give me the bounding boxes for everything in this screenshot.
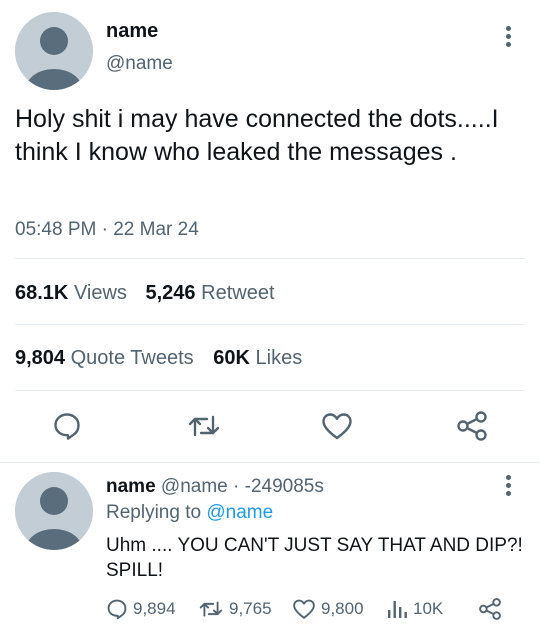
share-icon — [457, 411, 487, 441]
tweet-date: 22 Mar 24 — [113, 219, 199, 240]
reply-views-button[interactable]: 10K — [386, 598, 443, 620]
reply-header: name @name · -249085s — [106, 476, 324, 498]
replying-label: Replying to — [106, 502, 202, 523]
tweet-author-name[interactable]: name — [106, 20, 158, 43]
reply-reply-button[interactable]: 9,894 — [106, 598, 176, 620]
divider — [15, 324, 525, 325]
reply-icon — [54, 413, 80, 440]
stats-row-quotes-likes: 9,804 Quote Tweets 60K Likes — [15, 347, 302, 370]
retweet-count: 5,246 — [145, 282, 196, 304]
reply-author-handle[interactable]: @name — [161, 476, 228, 497]
tweet-timestamp[interactable]: 05:48 PM · 22 Mar 24 — [15, 219, 199, 241]
like-button[interactable] — [321, 411, 353, 441]
reply-author-avatar[interactable] — [15, 472, 93, 550]
avatar-placeholder-icon — [15, 12, 93, 90]
stats-row-views-retweets: 68.1K Views 5,246 Retweet — [15, 282, 275, 305]
views-label: Views — [73, 282, 127, 304]
divider — [15, 390, 525, 391]
reply-separator: · — [233, 476, 240, 497]
avatar-placeholder-icon — [15, 472, 93, 550]
reply-like-count: 9,800 — [321, 599, 364, 618]
tweet-more-button[interactable] — [496, 23, 520, 51]
retweet-button[interactable] — [187, 411, 221, 441]
quote-stat[interactable]: 9,804 Quote Tweets — [15, 347, 199, 369]
reply-icon — [107, 599, 127, 620]
reply-views-count: 10K — [413, 599, 444, 618]
divider — [0, 462, 540, 463]
share-button[interactable] — [456, 411, 488, 441]
retweet-icon — [199, 601, 223, 617]
reply-retweet-button[interactable]: 9,765 — [198, 598, 272, 620]
share-icon — [479, 598, 501, 620]
tweet-text: Holy shit i may have connected the dots.… — [15, 105, 499, 166]
meta-separator: · — [101, 219, 108, 240]
reply-author-name[interactable]: name — [106, 476, 156, 497]
likes-label: Likes — [255, 347, 303, 369]
retweet-icon — [188, 415, 220, 437]
reply-text: Uhm .... YOU CAN'T JUST SAY THAT AND DIP… — [106, 535, 523, 581]
tweet-author-handle[interactable]: @name — [106, 53, 173, 75]
reply-time[interactable]: -249085s — [245, 476, 324, 497]
more-icon — [496, 26, 520, 47]
divider — [15, 258, 525, 259]
reply-share-button[interactable] — [478, 598, 502, 620]
retweet-stat[interactable]: 5,246 Retweet — [146, 282, 275, 304]
reply-more-button[interactable] — [496, 472, 520, 500]
tweet-time: 05:48 PM — [15, 219, 97, 240]
tweet-author-avatar[interactable] — [15, 12, 93, 90]
reply-button[interactable] — [52, 411, 82, 441]
likes-stat[interactable]: 60K Likes — [213, 347, 302, 369]
reply-retweet-count: 9,765 — [229, 599, 272, 618]
like-icon — [322, 413, 352, 440]
views-stat[interactable]: 68.1K Views — [15, 282, 133, 304]
quote-count: 9,804 — [15, 347, 66, 369]
retweet-label: Retweet — [201, 282, 275, 304]
views-icon — [388, 601, 407, 618]
like-icon — [293, 599, 315, 619]
reply-like-button[interactable]: 9,800 — [292, 598, 364, 620]
likes-count: 60K — [213, 347, 250, 369]
more-icon — [496, 475, 520, 496]
replying-to: Replying to @name — [106, 502, 273, 524]
views-count: 68.1K — [15, 282, 69, 304]
reply-reply-count: 9,894 — [133, 599, 176, 618]
quote-label: Quote Tweets — [70, 347, 194, 369]
replying-to-handle[interactable]: @name — [206, 502, 273, 523]
